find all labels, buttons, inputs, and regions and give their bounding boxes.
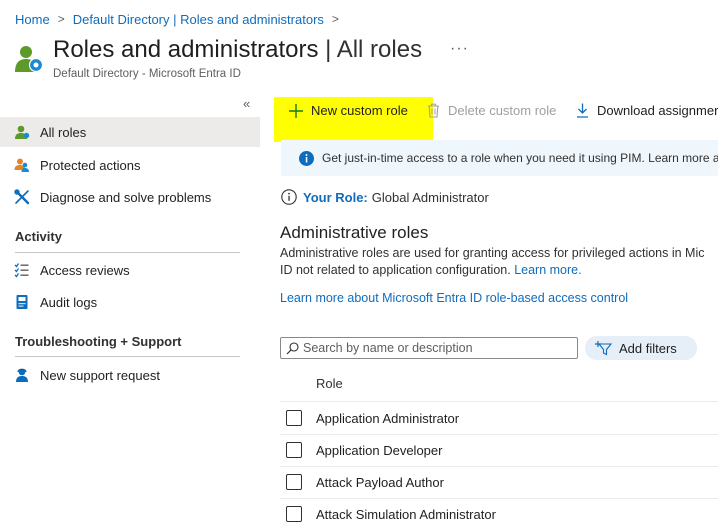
more-options-icon[interactable]: ···	[450, 40, 469, 58]
admin-roles-description: Administrative roles are used for granti…	[280, 245, 718, 278]
chevron-right-icon: >	[331, 12, 339, 26]
table-row: Application Administrator	[286, 410, 459, 426]
role-name[interactable]: Attack Simulation Administrator	[316, 507, 496, 522]
info-icon	[299, 150, 314, 166]
rbac-learn-more-link[interactable]: Learn more about Microsoft Entra ID role…	[280, 291, 628, 305]
role-name[interactable]: Application Administrator	[316, 411, 459, 426]
row-checkbox[interactable]	[286, 474, 302, 490]
admin-desc-line1: Administrative roles are used for granti…	[280, 246, 705, 260]
your-role-line: Your Role: Global Administrator	[281, 189, 489, 205]
sidebar-item-label: Diagnose and solve problems	[40, 189, 212, 205]
sidebar-item-label: Protected actions	[40, 157, 141, 173]
delete-custom-role-label: Delete custom role	[448, 103, 557, 118]
page-title: Roles and administrators | All roles	[53, 36, 422, 64]
new-custom-role-label: New custom role	[311, 103, 408, 118]
admin-roles-heading: Administrative roles	[280, 223, 429, 242]
your-role-value: Global Administrator	[371, 189, 489, 205]
sidebar-section-activity: Activity	[15, 229, 62, 244]
table-divider	[280, 466, 718, 467]
sidebar-section-troubleshooting: Troubleshooting + Support	[15, 334, 182, 349]
page-subtitle: Default Directory - Microsoft Entra ID	[53, 68, 241, 80]
learn-more-link[interactable]: Learn more.	[514, 263, 581, 277]
sidebar-item-label: All roles	[40, 124, 87, 140]
admin-desc-line2-wrap: ID not related to application configurat…	[280, 262, 718, 279]
role-name[interactable]: Application Developer	[316, 443, 442, 458]
download-icon	[576, 103, 589, 118]
sidebar-divider	[15, 356, 240, 357]
sidebar-item-new-support-request[interactable]: New support request	[0, 360, 260, 390]
new-custom-role-button[interactable]: New custom role	[289, 103, 408, 118]
info-circle-icon	[281, 189, 297, 205]
chevron-right-icon: >	[57, 12, 65, 26]
page-title-suffix: | All roles	[325, 36, 423, 63]
page-title-main: Roles and administrators	[53, 36, 319, 63]
role-name[interactable]: Attack Payload Author	[316, 475, 444, 490]
pim-info-text: Get just-in-time access to a role when y…	[322, 151, 718, 165]
collapse-sidebar-icon[interactable]: «	[243, 96, 250, 111]
log-book-icon	[14, 294, 30, 310]
trash-icon	[427, 103, 440, 118]
admin-desc-line2: ID not related to application configurat…	[280, 262, 511, 277]
sidebar-item-label: New support request	[40, 367, 160, 383]
sidebar-item-all-roles[interactable]: All roles	[0, 117, 260, 147]
breadcrumb-directory-link[interactable]: Default Directory | Roles and administra…	[73, 12, 324, 27]
your-role-link[interactable]: Your Role:	[303, 190, 368, 205]
table-row: Application Developer	[286, 442, 442, 458]
table-divider	[280, 498, 718, 499]
breadcrumb-home-link[interactable]: Home	[15, 12, 50, 27]
sidebar-item-label: Access reviews	[40, 262, 130, 278]
sidebar-item-audit-logs[interactable]: Audit logs	[0, 287, 260, 317]
table-divider	[280, 401, 718, 402]
row-checkbox[interactable]	[286, 410, 302, 426]
delete-custom-role-button[interactable]: Delete custom role	[427, 103, 556, 118]
support-person-icon	[14, 367, 30, 383]
search-input[interactable]	[303, 341, 563, 355]
add-filters-button[interactable]: Add filters	[585, 336, 697, 360]
add-filters-label: Add filters	[619, 340, 677, 356]
search-icon	[286, 341, 299, 355]
sidebar-item-access-reviews[interactable]: Access reviews	[0, 255, 260, 285]
users-icon	[14, 157, 30, 173]
roles-admin-icon	[14, 44, 44, 74]
pim-info-banner: Get just-in-time access to a role when y…	[281, 140, 718, 176]
user-icon	[14, 124, 30, 140]
download-assignments-button[interactable]: Download assignmer	[576, 103, 718, 118]
wrench-icon	[14, 189, 30, 205]
table-divider	[280, 434, 718, 435]
search-box	[280, 337, 578, 359]
breadcrumb: Home > Default Directory | Roles and adm…	[15, 10, 347, 28]
filter-plus-icon	[595, 340, 613, 356]
list-check-icon	[14, 262, 30, 278]
sidebar-divider	[15, 252, 240, 253]
row-checkbox[interactable]	[286, 442, 302, 458]
sidebar-item-label: Audit logs	[40, 294, 98, 310]
sidebar-item-diagnose[interactable]: Diagnose and solve problems	[0, 182, 260, 212]
table-row: Attack Payload Author	[286, 474, 444, 490]
sidebar-item-protected-actions[interactable]: Protected actions	[0, 150, 260, 180]
download-assignments-label: Download assignmer	[597, 103, 718, 118]
role-column-header[interactable]: Role	[316, 376, 343, 391]
plus-icon	[289, 103, 303, 118]
